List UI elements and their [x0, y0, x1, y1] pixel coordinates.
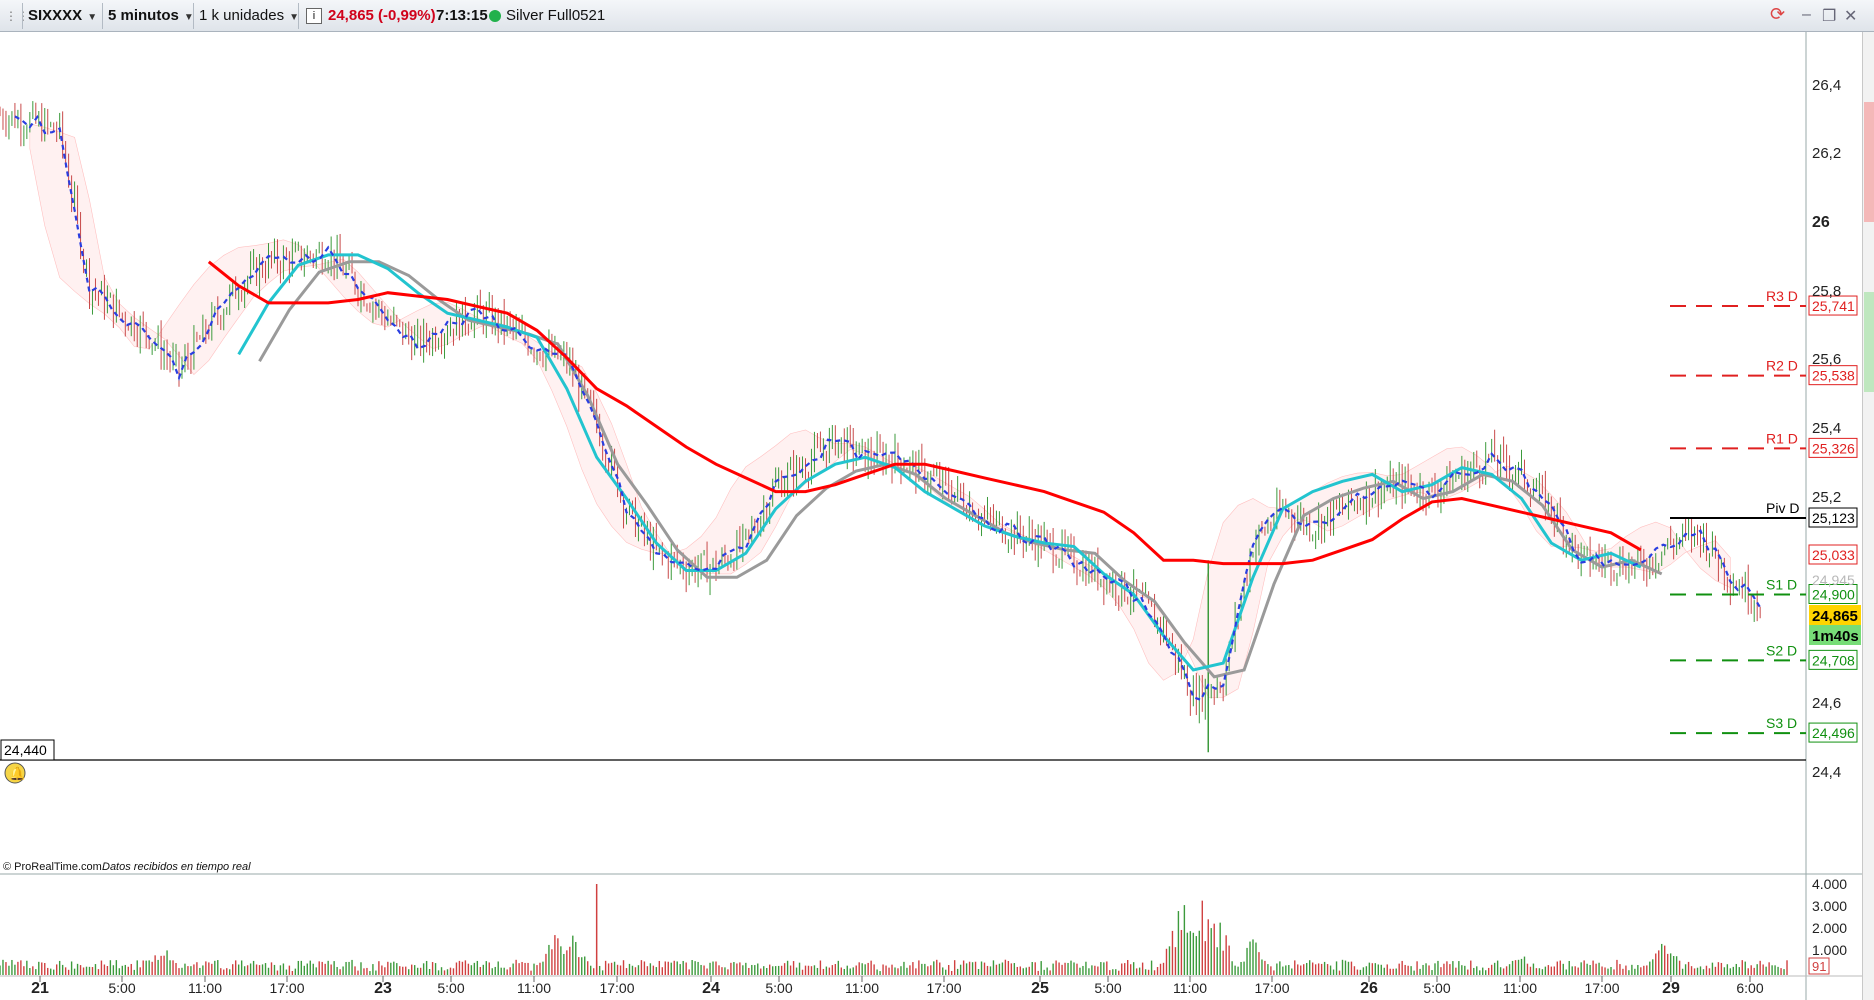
- time-tick: 29: [1662, 980, 1680, 997]
- toolbar-separator: [102, 3, 103, 29]
- toolbar-separator: [193, 3, 194, 29]
- price-chart[interactable]: R3 D 25,741 R2 D 25,538 R1 D 25,326 Piv D 25,12…: [0, 32, 1874, 1000]
- ichimoku-cloud: [29, 123, 1731, 698]
- level-value: 25,326: [1812, 440, 1855, 456]
- faded-value-badge: 24,945: [1812, 572, 1855, 588]
- side-scrollbar[interactable]: [1862, 32, 1874, 1000]
- grip-icon[interactable]: ⋮⋮: [5, 4, 29, 28]
- time-tick: 5:00: [1094, 980, 1121, 996]
- level-value: 25,741: [1812, 298, 1855, 314]
- level-value: 24,900: [1812, 587, 1855, 603]
- toolbar-separator: [298, 3, 299, 29]
- time-tick: 24: [702, 980, 720, 997]
- time-tick: 5:00: [765, 980, 792, 996]
- time-tick: 17:00: [599, 980, 634, 996]
- current-price-badge: 24,865: [1812, 608, 1858, 625]
- toolbar-separator: [22, 3, 23, 29]
- time-tick: 11:00: [188, 980, 222, 996]
- time-tick: 5:00: [1423, 980, 1450, 996]
- level-label: S2 D: [1766, 642, 1797, 658]
- time-tick: 5:00: [108, 980, 135, 996]
- time-tick: 17:00: [269, 980, 304, 996]
- cloud-area: [29, 123, 1731, 698]
- refresh-icon[interactable]: ⟳: [1770, 4, 1785, 25]
- time-tick: 25: [1031, 980, 1049, 997]
- units-dropdown[interactable]: 1 k unidades ▼: [199, 4, 299, 28]
- volume-current: 91: [1812, 959, 1826, 974]
- time-tick: 26: [1360, 980, 1378, 997]
- volume-tick: 2.000: [1812, 920, 1847, 936]
- scroll-thumb-red[interactable]: [1864, 102, 1874, 222]
- units-label: 1 k unidades: [199, 7, 285, 24]
- time-tick: 17:00: [926, 980, 961, 996]
- credits-brand: © ProRealTime.com: [3, 861, 102, 873]
- scroll-thumb-green[interactable]: [1864, 292, 1874, 392]
- level-label: S3 D: [1766, 715, 1797, 731]
- level-value: 25,123: [1812, 510, 1855, 526]
- time-tick: 11:00: [1503, 980, 1537, 996]
- level-label: R3 D: [1766, 288, 1798, 304]
- alert-bell-glyph: 🔔: [9, 766, 25, 781]
- level-label: R1 D: [1766, 430, 1798, 446]
- timeframe-label: 5 minutos: [108, 7, 179, 24]
- price-tick: 24,6: [1812, 695, 1841, 712]
- time-tick: 6:00: [1736, 980, 1763, 996]
- volume-tick: 1.000: [1812, 942, 1847, 958]
- symbol-dropdown[interactable]: SIXXXX ▼: [28, 4, 97, 28]
- price-change: 24,865 (-0,99%): [328, 7, 436, 24]
- level-value: 24,496: [1812, 725, 1855, 741]
- ma-long-line: [207, 260, 1642, 566]
- volume-bars: [0, 884, 1788, 975]
- price-tick: 24,4: [1812, 764, 1841, 781]
- time-tick: 23: [374, 980, 392, 997]
- level-label: Piv D: [1766, 500, 1799, 516]
- price-axis: 26,4 26,2 26 25,8 25,6 25,4 25,2 24,6 24…: [1812, 77, 1841, 781]
- timeframe-dropdown[interactable]: 5 minutos ▼: [108, 4, 194, 28]
- price-tick: 26,2: [1812, 145, 1841, 162]
- instrument-name: Silver Full0521: [506, 7, 606, 24]
- credits-status: Datos recibidos en tiempo real: [102, 861, 251, 873]
- time-tick: 17:00: [1584, 980, 1619, 996]
- live-status-icon: [489, 10, 501, 22]
- clock-time: 7:13:15: [436, 7, 488, 24]
- time-tick: 11:00: [1173, 980, 1207, 996]
- volume-tick: 4.000: [1812, 876, 1847, 892]
- level-value: 25,538: [1812, 368, 1855, 384]
- candle-series: [0, 101, 1761, 753]
- chart-toolbar: ⋮⋮ SIXXXX ▼ 5 minutos ▼ 1 k unidades ▼ i 24…: [0, 0, 1874, 32]
- time-tick: 21: [31, 980, 49, 997]
- price-tick: 26: [1812, 214, 1830, 231]
- close-icon[interactable]: ✕: [1844, 6, 1857, 26]
- minimize-icon[interactable]: –: [1802, 6, 1811, 24]
- time-axis: 21 5:00 11:00 17:00 23 5:00 11:00 17:00 24 5:00 11…: [31, 976, 1764, 997]
- time-tick: 5:00: [437, 980, 464, 996]
- price-tick: 25,2: [1812, 489, 1841, 506]
- price-tick: 25,8: [1812, 283, 1841, 300]
- info-icon[interactable]: i: [306, 8, 322, 24]
- price-tick: 25,6: [1812, 351, 1841, 368]
- ma-value-badge: 25,033: [1812, 547, 1855, 563]
- ma-fast-line: [14, 114, 1762, 702]
- volume-axis: 4.000 3.000 2.000 1.000: [1812, 876, 1847, 958]
- price-tick: 26,4: [1812, 77, 1841, 94]
- time-tick: 11:00: [845, 980, 879, 996]
- level-value: 24,708: [1812, 652, 1855, 668]
- low-price-label: 24,440: [4, 742, 47, 758]
- price-tick: 25,4: [1812, 420, 1841, 437]
- chevron-down-icon: ▼: [87, 12, 98, 23]
- time-tick: 11:00: [517, 980, 551, 996]
- time-tick: 17:00: [1254, 980, 1289, 996]
- level-label: R2 D: [1766, 358, 1798, 374]
- level-label: S1 D: [1766, 577, 1797, 593]
- candle-timer: 1m40s: [1812, 628, 1859, 645]
- restore-icon[interactable]: ❐: [1822, 6, 1836, 26]
- symbol-label: SIXXXX: [28, 7, 83, 24]
- volume-tick: 3.000: [1812, 898, 1847, 914]
